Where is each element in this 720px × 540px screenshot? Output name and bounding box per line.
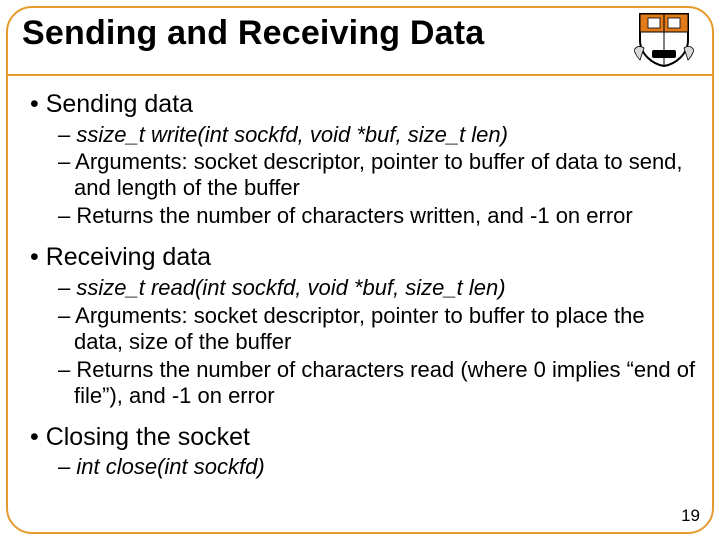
slide-title: Sending and Receiving Data bbox=[22, 14, 484, 53]
slide: Sending and Receiving Data Sending data … bbox=[0, 0, 720, 540]
bullet-heading: Closing the socket bbox=[30, 423, 698, 453]
bullet-heading: Sending data bbox=[30, 90, 698, 120]
title-rule bbox=[8, 74, 712, 76]
sub-bullet: ssize_t read(int sockfd, void *buf, size… bbox=[58, 275, 698, 301]
sub-bullet: int close(int sockfd) bbox=[58, 454, 698, 480]
page-number: 19 bbox=[681, 506, 700, 526]
sub-bullet: Returns the number of characters written… bbox=[58, 203, 698, 229]
sub-bullet: Arguments: socket descriptor, pointer to… bbox=[58, 303, 698, 355]
sub-bullet: ssize_t write(int sockfd, void *buf, siz… bbox=[58, 122, 698, 148]
slide-body: Sending data ssize_t write(int sockfd, v… bbox=[30, 86, 698, 522]
sub-bullet: Returns the number of characters read (w… bbox=[58, 357, 698, 409]
princeton-shield-icon bbox=[634, 10, 694, 68]
bullet-heading: Receiving data bbox=[30, 243, 698, 273]
sub-bullet: Arguments: socket descriptor, pointer to… bbox=[58, 149, 698, 201]
